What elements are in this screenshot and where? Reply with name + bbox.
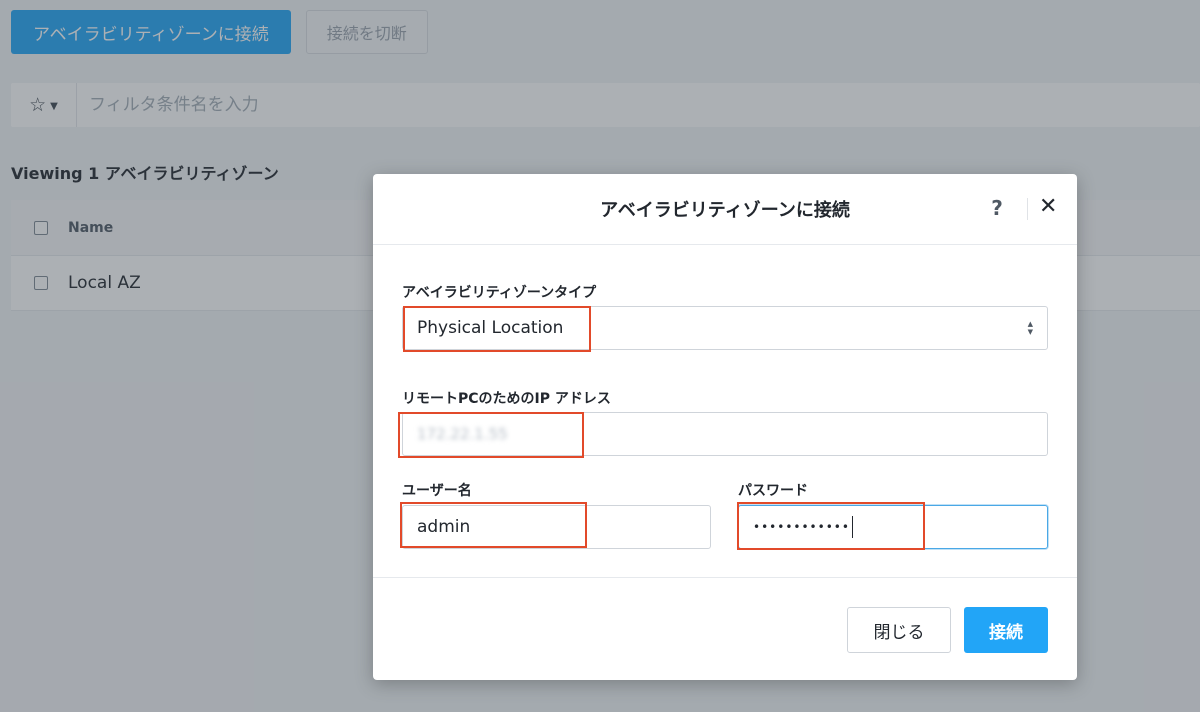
close-button[interactable]: 閉じる: [847, 607, 951, 653]
header-divider: [1027, 198, 1028, 220]
username-value: admin: [417, 517, 471, 537]
password-value: ••••••••••••: [753, 516, 853, 538]
password-input[interactable]: ••••••••••••: [738, 505, 1048, 549]
az-type-label: アベイラビリティゾーンタイプ: [402, 285, 597, 301]
remote-ip-label: リモートPCのためのIP アドレス: [402, 391, 611, 407]
dialog-header: アベイラビリティゾーンに接続 ? ✕: [373, 174, 1077, 245]
dialog-footer: 閉じる 接続: [373, 577, 1077, 680]
close-icon[interactable]: ✕: [1039, 194, 1057, 219]
az-type-selected-value: Physical Location: [417, 318, 564, 338]
connect-button[interactable]: 接続: [964, 607, 1048, 653]
text-cursor: [851, 516, 853, 538]
az-type-select[interactable]: Physical Location ▲ ▼: [402, 306, 1048, 350]
username-input[interactable]: admin: [402, 505, 711, 549]
username-label: ユーザー名: [402, 483, 472, 499]
remote-ip-value: 172.22.1.55: [417, 425, 508, 443]
dialog-title: アベイラビリティゾーンに接続: [600, 200, 850, 221]
select-arrows-icon: ▲ ▼: [1027, 320, 1033, 336]
password-label: パスワード: [738, 483, 808, 499]
remote-ip-input[interactable]: 172.22.1.55: [402, 412, 1048, 456]
help-icon[interactable]: ?: [987, 196, 1007, 220]
connect-az-dialog: アベイラビリティゾーンに接続 ? ✕ アベイラビリティゾーンタイプ Physic…: [373, 174, 1077, 680]
